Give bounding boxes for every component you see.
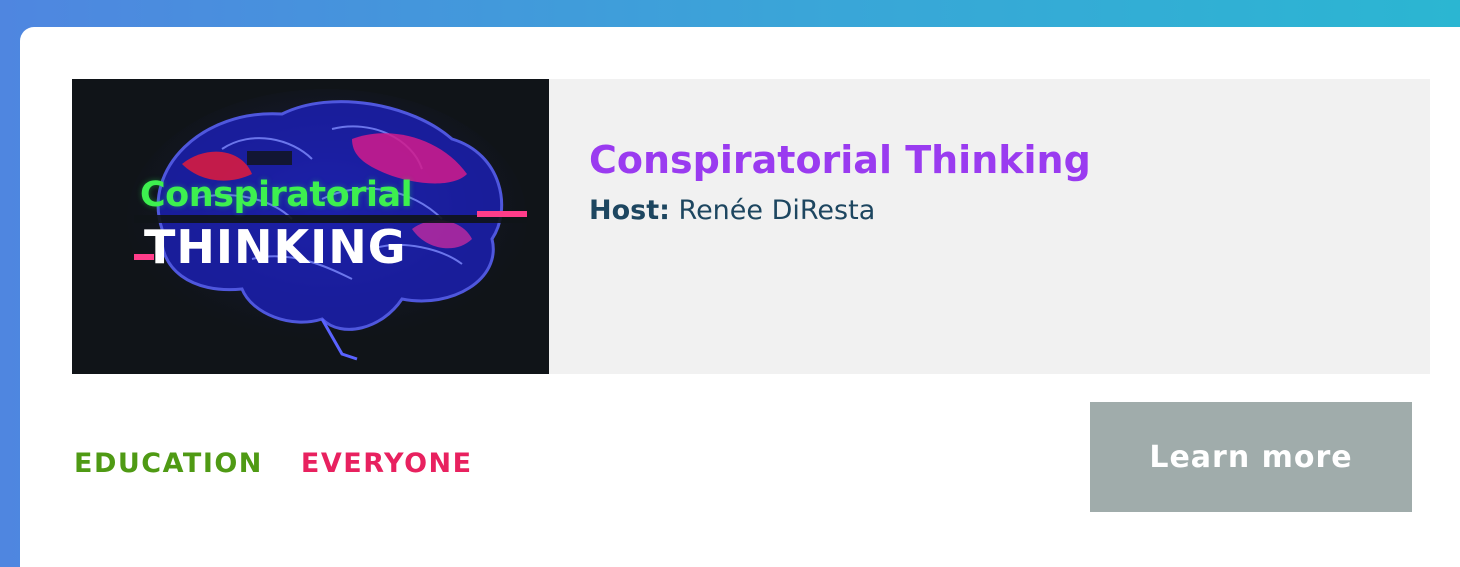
podcast-card: Conspiratorial THINKING Conspiratorial T… <box>20 27 1460 567</box>
host-name: Renée DiResta <box>678 195 876 226</box>
tag-education[interactable]: EDUCATION <box>74 448 263 479</box>
tag-everyone[interactable]: EVERYONE <box>301 448 473 479</box>
podcast-info: Conspiratorial Thinking Host: Renée DiRe… <box>549 79 1091 374</box>
podcast-title[interactable]: Conspiratorial Thinking <box>589 137 1091 183</box>
podcast-host: Host: Renée DiResta <box>589 195 1091 226</box>
thumbnail-title-line2: THINKING <box>144 220 407 274</box>
thumbnail-title-line1: Conspiratorial <box>140 175 413 215</box>
podcast-thumbnail[interactable]: Conspiratorial THINKING <box>72 79 549 374</box>
host-label: Host: <box>589 195 670 226</box>
tag-list: EDUCATION EVERYONE <box>74 448 473 479</box>
podcast-banner[interactable]: Conspiratorial THINKING Conspiratorial T… <box>72 79 1430 374</box>
learn-more-button[interactable]: Learn more <box>1090 402 1412 512</box>
